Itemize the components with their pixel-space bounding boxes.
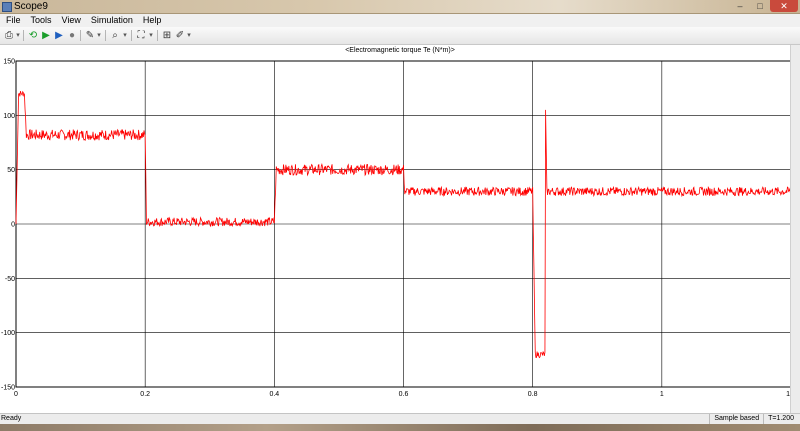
properties-icon[interactable]: ✐ — [174, 29, 186, 42]
highlight-dropdown-icon[interactable]: ▾ — [96, 29, 102, 42]
zoom-icon[interactable]: ⌕ — [109, 29, 121, 42]
style-icon[interactable]: ⊞ — [161, 29, 173, 42]
toolbar-separator — [157, 30, 158, 41]
x-tick-label: 0.6 — [399, 391, 409, 398]
menu-view[interactable]: View — [57, 14, 86, 27]
x-tick-label: 0.2 — [140, 391, 150, 398]
y-tick-label: -150 — [1, 385, 15, 392]
stop-icon[interactable]: ● — [66, 29, 78, 42]
x-tick-label: 1 — [660, 391, 664, 398]
y-tick-label: -50 — [5, 276, 15, 283]
window-title: Scope9 — [14, 1, 48, 12]
close-button[interactable]: ✕ — [770, 0, 798, 12]
chart-title: <Electromagnetic torque Te (N*m)> — [345, 47, 455, 54]
y-tick-label: 50 — [7, 167, 15, 174]
status-bar: Ready Sample based T=1.200 — [0, 413, 800, 424]
x-tick-label: 0 — [14, 391, 18, 398]
torque-chart[interactable]: 00.20.40.60.811.2150100500-50-100-150 — [0, 45, 791, 413]
menu-bar: File Tools View Simulation Help — [0, 14, 800, 27]
autoscale-dropdown-icon[interactable]: ▾ — [148, 29, 154, 42]
menu-tools[interactable]: Tools — [26, 14, 57, 27]
title-bar: Scope9 – □ ✕ — [0, 0, 800, 14]
scope-side-bar — [790, 45, 800, 413]
run-icon[interactable]: ▶ — [40, 29, 52, 42]
status-sample-mode: Sample based — [709, 414, 763, 424]
x-tick-label: 0.8 — [528, 391, 538, 398]
scope-app-icon — [2, 2, 12, 12]
y-tick-label: 150 — [3, 59, 15, 66]
menu-file[interactable]: File — [0, 14, 26, 27]
print-icon[interactable]: ⎙ — [3, 29, 15, 42]
highlight-icon[interactable]: ✎ — [84, 29, 96, 42]
zoom-dropdown-icon[interactable]: ▾ — [122, 29, 128, 42]
toolbar-separator — [105, 30, 106, 41]
properties-dropdown-icon[interactable]: ▾ — [186, 29, 192, 42]
window-controls: – □ ✕ — [730, 0, 798, 13]
minimize-button[interactable]: – — [730, 0, 750, 12]
toolbar-separator — [80, 30, 81, 41]
menu-simulation[interactable]: Simulation — [86, 14, 138, 27]
taskbar — [0, 424, 800, 431]
x-tick-label: 0.4 — [269, 391, 279, 398]
y-tick-label: 0 — [11, 222, 15, 229]
toolbar: ⎙ ▾ ⟲ ▶ ▶ ● ✎ ▾ ⌕ ▾ ⛶ ▾ ⊞ ✐ ▾ — [0, 27, 800, 45]
menu-help[interactable]: Help — [138, 14, 167, 27]
toolbar-separator — [23, 30, 24, 41]
status-time: T=1.200 — [763, 414, 798, 424]
status-ready: Ready — [1, 415, 22, 422]
step-back-icon[interactable]: ⟲ — [27, 29, 39, 42]
y-tick-label: 100 — [3, 113, 15, 120]
y-tick-label: -100 — [1, 330, 15, 337]
maximize-button[interactable]: □ — [750, 0, 770, 12]
print-dropdown-icon[interactable]: ▾ — [15, 29, 21, 42]
status-right: Sample based T=1.200 — [709, 414, 798, 424]
toolbar-separator — [131, 30, 132, 41]
step-forward-icon[interactable]: ▶ — [53, 29, 65, 42]
autoscale-icon[interactable]: ⛶ — [135, 29, 147, 42]
